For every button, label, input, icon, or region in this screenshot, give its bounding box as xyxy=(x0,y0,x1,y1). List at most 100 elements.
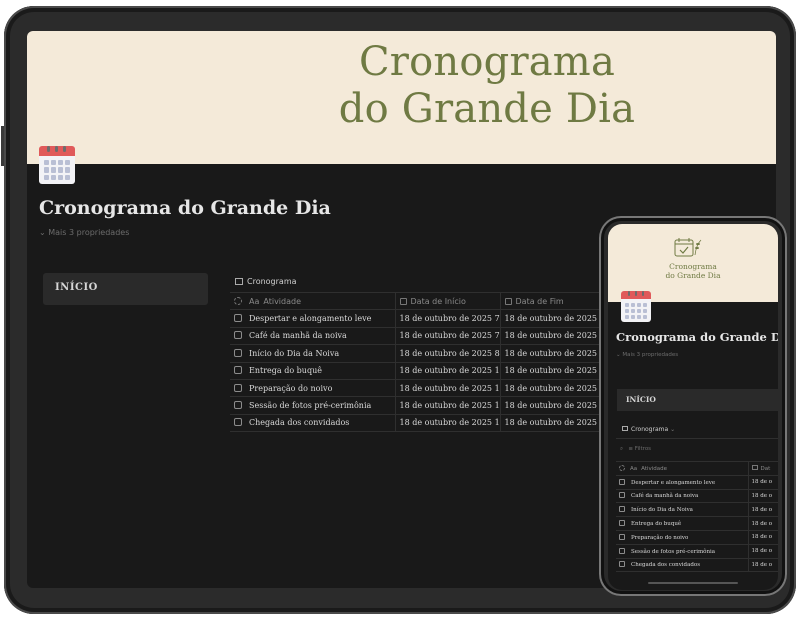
database-title: Cronograma xyxy=(247,277,297,286)
table-header-row: Aa Atividade Data de Início Data de Fim xyxy=(230,291,631,311)
phone-cover-line1: Cronograma xyxy=(669,262,717,271)
more-properties-toggle[interactable]: ⌄ Mais 3 propriedades xyxy=(39,228,129,237)
start-cell[interactable]: 18 de outubro de 2025 7:00 xyxy=(395,309,501,328)
cover-banner[interactable]: Cronograma do Grande Dia xyxy=(27,31,776,164)
checkbox[interactable] xyxy=(619,533,625,540)
checkbox[interactable] xyxy=(234,314,242,323)
phone-database-view-tab[interactable]: Cronograma ⌄ xyxy=(622,426,675,433)
page-title: Cronograma do Grande Dia xyxy=(39,197,331,219)
activity-cell[interactable]: Chegada dos convidados xyxy=(616,558,748,573)
activity-cell[interactable]: Início do Dia da Noiva xyxy=(616,502,748,518)
phone-inicio-block[interactable]: INÍCIO xyxy=(617,389,778,411)
calendar-small-icon xyxy=(751,464,758,470)
date-cell[interactable]: 18 de o xyxy=(747,489,778,504)
activity-text: Início do Dia da Noiva xyxy=(249,348,340,358)
table-row[interactable]: Despertar e alongamento leve 18 de o xyxy=(616,475,778,490)
date-cell[interactable]: 18 de o xyxy=(747,530,778,545)
divider xyxy=(616,438,778,439)
phone-database-title: Cronograma xyxy=(631,426,669,433)
text-type-icon: Aa xyxy=(630,465,638,472)
activity-text: Sessão de fotos pré-cerimônia xyxy=(631,548,716,555)
filter-label[interactable]: Filtros xyxy=(635,446,651,452)
calendar-icon[interactable] xyxy=(621,291,651,322)
column-start-date[interactable]: Data de Início xyxy=(395,291,501,311)
activity-text: Sessão de fotos pré-cerimônia xyxy=(249,401,372,411)
activity-cell[interactable]: Preparação do noivo xyxy=(616,530,748,545)
activity-cell[interactable]: Entrega do buquê xyxy=(616,516,748,531)
checkbox[interactable] xyxy=(619,547,625,554)
date-cell[interactable]: 18 de o xyxy=(747,502,778,518)
phone-table-header-row: Aa Atividade Dat xyxy=(616,461,778,476)
home-indicator[interactable] xyxy=(648,582,738,584)
start-cell[interactable]: 18 de outubro de 2025 10:30 xyxy=(395,379,501,398)
table-row[interactable]: Despertar e alongamento leve 18 de outub… xyxy=(230,309,631,328)
checkbox[interactable] xyxy=(619,492,625,499)
table-row[interactable]: Sessão de fotos pré-cerimônia 18 de o xyxy=(616,544,778,559)
start-cell[interactable]: 18 de outubro de 2025 7:30 xyxy=(395,327,501,346)
table-row[interactable]: Início do Dia da Noiva 18 de o xyxy=(616,502,778,518)
table-row[interactable]: Início do Dia da Noiva 18 de outubro de … xyxy=(230,344,631,363)
start-cell[interactable]: 18 de outubro de 2025 10:00 xyxy=(395,362,501,380)
database-view-tab[interactable]: Cronograma xyxy=(235,277,297,286)
activity-cell[interactable]: Café da manhã da noiva xyxy=(616,489,748,504)
table-row[interactable]: Entrega do buquê 18 de outubro de 2025 1… xyxy=(230,362,631,380)
checkbox[interactable] xyxy=(234,401,242,410)
column-end-label: Data de Fim xyxy=(515,296,564,306)
activity-text: Início do Dia da Noiva xyxy=(631,507,693,514)
date-cell[interactable]: 18 de o xyxy=(747,558,778,573)
activity-cell[interactable]: Despertar e alongamento leve xyxy=(616,475,748,490)
phone-search-filter[interactable]: ⌕ ≡ Filtros xyxy=(620,446,651,453)
activity-cell[interactable]: Chegada dos convidados xyxy=(230,414,396,433)
date-cell[interactable]: 18 de o xyxy=(747,516,778,531)
table-row[interactable]: Sessão de fotos pré-cerimônia 18 de outu… xyxy=(230,396,631,415)
text-type-icon: Aa xyxy=(249,296,260,306)
checkbox[interactable] xyxy=(619,506,625,513)
phone-column-date[interactable]: Dat xyxy=(747,461,778,476)
calendar-icon[interactable] xyxy=(39,146,75,184)
activity-cell[interactable]: Café da manhã da noiva xyxy=(230,327,396,346)
phone-more-properties-toggle[interactable]: ⌄ Mais 3 propriedades xyxy=(616,352,678,358)
phone-screen: Cronograma do Grande Dia Cronograma do G… xyxy=(608,224,778,590)
table-row[interactable]: Entrega do buquê 18 de o xyxy=(616,516,778,531)
checkbox[interactable] xyxy=(619,520,625,527)
loading-icon xyxy=(619,464,625,471)
date-cell[interactable]: 18 de o xyxy=(747,544,778,559)
activity-cell[interactable]: Preparação do noivo xyxy=(230,379,396,398)
search-icon[interactable]: ⌕ xyxy=(620,446,623,452)
checkbox[interactable] xyxy=(234,366,242,375)
start-cell[interactable]: 18 de outubro de 2025 8:00 xyxy=(395,344,501,363)
table-row[interactable]: Café da manhã da noiva 18 de o xyxy=(616,489,778,504)
activity-cell[interactable]: Despertar e alongamento leve xyxy=(230,309,396,328)
date-cell[interactable]: 18 de o xyxy=(747,475,778,490)
cover-title: Cronograma do Grande Dia xyxy=(322,39,652,133)
cover-title-line2: do Grande Dia xyxy=(338,86,636,132)
checkbox[interactable] xyxy=(619,478,625,485)
inicio-block[interactable]: INÍCIO xyxy=(43,273,208,305)
table-row[interactable]: Preparação do noivo 18 de o xyxy=(616,530,778,545)
table-row[interactable]: Preparação do noivo 18 de outubro de 202… xyxy=(230,379,631,398)
column-activity[interactable]: Aa Atividade xyxy=(230,291,396,311)
start-cell[interactable]: 18 de outubro de 2025 12:00 xyxy=(395,396,501,415)
checkbox[interactable] xyxy=(234,331,242,340)
calendar-small-icon xyxy=(504,297,512,305)
phone-schedule-table: Aa Atividade Dat Despertar e alongamento … xyxy=(616,461,778,573)
activity-text: Café da manhã da noiva xyxy=(249,331,347,341)
checkbox[interactable] xyxy=(619,561,625,568)
table-row[interactable]: Chegada dos convidados 18 de outubro de … xyxy=(230,414,631,433)
column-start-label: Data de Início xyxy=(410,296,466,306)
phone-more-properties-label: Mais 3 propriedades xyxy=(622,352,679,358)
activity-cell[interactable]: Sessão de fotos pré-cerimônia xyxy=(616,544,748,559)
activity-cell[interactable]: Entrega do buquê xyxy=(230,362,396,380)
tablet-side-button xyxy=(1,126,4,166)
activity-cell[interactable]: Início do Dia da Noiva xyxy=(230,344,396,363)
table-row[interactable]: Chegada dos convidados 18 de o xyxy=(616,558,778,573)
phone-cover-title: Cronograma do Grande Dia xyxy=(608,262,778,280)
activity-text: Entrega do buquê xyxy=(249,366,322,376)
checkbox[interactable] xyxy=(234,348,242,357)
checkbox[interactable] xyxy=(234,418,242,427)
checkbox[interactable] xyxy=(234,383,242,392)
table-row[interactable]: Café da manhã da noiva 18 de outubro de … xyxy=(230,327,631,346)
phone-column-activity[interactable]: Aa Atividade xyxy=(616,461,748,476)
activity-cell[interactable]: Sessão de fotos pré-cerimônia xyxy=(230,396,396,415)
start-cell[interactable]: 18 de outubro de 2025 13:30 xyxy=(395,414,501,433)
